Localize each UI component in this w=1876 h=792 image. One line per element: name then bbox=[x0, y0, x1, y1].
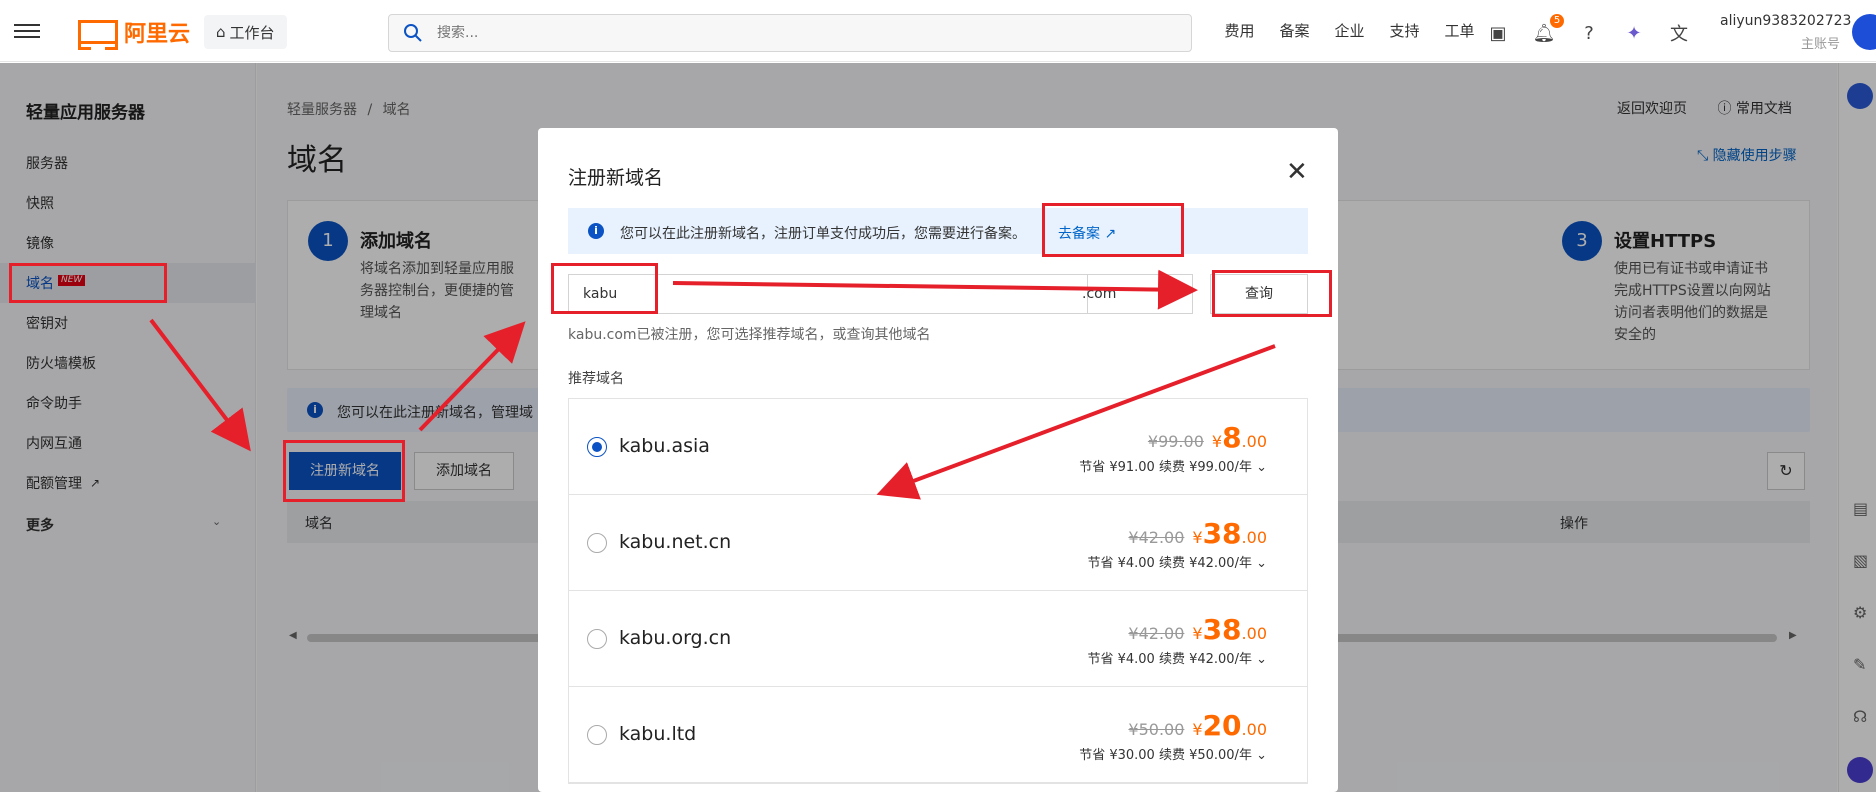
domain-name: kabu.net.cn bbox=[619, 531, 732, 553]
recommended-domain-row[interactable]: kabu.ltd ¥50.00 ¥20.00 节省 ¥30.00 续费 ¥50.0… bbox=[569, 687, 1307, 783]
global-search[interactable] bbox=[388, 14, 1192, 52]
current-price: ¥8.00 bbox=[1211, 421, 1267, 454]
annotation-box bbox=[1212, 270, 1332, 317]
savings-text: 节省 ¥4.00 续费 ¥42.00/年 bbox=[1087, 652, 1252, 667]
tld-value: .com bbox=[1082, 286, 1117, 302]
dialog-info-text: 您可以在此注册新域名，注册订单支付成功后，您需要进行备案。 bbox=[620, 226, 1026, 242]
nav-ticket[interactable]: 工单 bbox=[1432, 20, 1487, 41]
menu-icon[interactable] bbox=[14, 20, 40, 42]
tld-select[interactable]: .com ⌄ bbox=[1068, 274, 1193, 314]
radio-unselected[interactable] bbox=[587, 629, 607, 649]
chevron-down-icon[interactable]: ⌄ bbox=[1256, 556, 1267, 571]
radio-unselected[interactable] bbox=[587, 533, 607, 553]
current-price: ¥38.00 bbox=[1192, 517, 1267, 550]
savings-text: 节省 ¥91.00 续费 ¥99.00/年 bbox=[1079, 460, 1252, 475]
nav-enterprise[interactable]: 企业 bbox=[1322, 20, 1377, 41]
recommended-domain-row[interactable]: kabu.net.cn ¥42.00 ¥38.00 节省 ¥4.00 续费 ¥42… bbox=[569, 495, 1307, 591]
radio-unselected[interactable] bbox=[587, 725, 607, 745]
original-price: ¥42.00 bbox=[1128, 624, 1185, 643]
notification-badge: 5 bbox=[1550, 14, 1564, 28]
workbench-label: 工作台 bbox=[229, 23, 275, 42]
brand-name: 阿里云 bbox=[124, 22, 191, 47]
recommended-domain-row[interactable]: kabu.asia ¥99.00 ¥8.00 节省 ¥91.00 续费 ¥99.0… bbox=[569, 399, 1307, 495]
chevron-down-icon[interactable]: ⌄ bbox=[1256, 460, 1267, 475]
original-price: ¥42.00 bbox=[1128, 528, 1185, 547]
search-icon bbox=[404, 24, 422, 42]
register-domain-dialog: 注册新域名 ✕ i 您可以在此注册新域名，注册订单支付成功后，您需要进行备案。 … bbox=[538, 128, 1338, 792]
avatar[interactable] bbox=[1852, 14, 1876, 50]
ai-assistant-icon[interactable]: ✦ bbox=[1623, 22, 1645, 44]
domain-name: kabu.ltd bbox=[619, 723, 697, 745]
current-price: ¥38.00 bbox=[1192, 613, 1267, 646]
help-icon[interactable]: ? bbox=[1578, 22, 1600, 44]
username: aliyun9383202723 bbox=[1720, 13, 1852, 29]
domain-price: ¥99.00 ¥8.00 节省 ¥91.00 续费 ¥99.00/年 ⌄ bbox=[1079, 421, 1267, 475]
original-price: ¥99.00 bbox=[1147, 432, 1204, 451]
home-icon: ⌂ bbox=[216, 23, 226, 41]
workbench-button[interactable]: ⌂ 工作台 bbox=[204, 15, 287, 49]
dialog-title: 注册新域名 bbox=[568, 167, 664, 189]
chevron-down-icon[interactable]: ⌄ bbox=[1256, 652, 1267, 667]
nav-support[interactable]: 支持 bbox=[1377, 20, 1432, 41]
domain-price: ¥42.00 ¥38.00 节省 ¥4.00 续费 ¥42.00/年 ⌄ bbox=[1087, 613, 1267, 667]
language-icon[interactable]: 文 bbox=[1668, 22, 1690, 45]
annotation-box bbox=[1042, 203, 1184, 257]
savings-text: 节省 ¥4.00 续费 ¥42.00/年 bbox=[1087, 556, 1252, 571]
nav-billing[interactable]: 费用 bbox=[1212, 20, 1267, 41]
savings-text: 节省 ¥30.00 续费 ¥50.00/年 bbox=[1079, 748, 1252, 763]
recommended-label: 推荐域名 bbox=[568, 371, 624, 387]
domain-name: kabu.org.cn bbox=[619, 627, 732, 649]
domain-price: ¥50.00 ¥20.00 节省 ¥30.00 续费 ¥50.00/年 ⌄ bbox=[1079, 709, 1267, 763]
brand-logo[interactable]: 阿里云 bbox=[78, 18, 191, 50]
current-price: ¥20.00 bbox=[1192, 709, 1267, 742]
chevron-down-icon[interactable]: ⌄ bbox=[1256, 748, 1267, 763]
annotation-box bbox=[283, 440, 405, 502]
query-status-text: kabu.com已被注册，您可选择推荐域名，或查询其他域名 bbox=[568, 327, 931, 343]
nav-icp[interactable]: 备案 bbox=[1267, 20, 1322, 41]
close-icon[interactable]: ✕ bbox=[1286, 159, 1308, 185]
annotation-box bbox=[9, 263, 167, 303]
top-header: 阿里云 ⌂ 工作台 费用 备案 企业 支持 工单 ▣ 🔔︎ 5 ? ✦ 文 al… bbox=[0, 0, 1876, 62]
user-role: 主账号 bbox=[1800, 37, 1840, 52]
domain-name: kabu.asia bbox=[619, 435, 710, 457]
recommended-domain-row[interactable]: kabu.org.cn ¥42.00 ¥38.00 节省 ¥4.00 续费 ¥42… bbox=[569, 591, 1307, 687]
chevron-down-icon: ⌄ bbox=[1169, 287, 1180, 301]
top-nav: 费用 备案 企业 支持 工单 bbox=[1212, 20, 1487, 41]
annotation-box bbox=[551, 263, 658, 314]
recommended-domain-list: kabu.asia ¥99.00 ¥8.00 节省 ¥91.00 续费 ¥99.0… bbox=[568, 398, 1308, 784]
search-input[interactable] bbox=[437, 25, 1037, 41]
user-info[interactable]: aliyun9383202723 主账号 bbox=[1720, 13, 1852, 52]
radio-selected[interactable] bbox=[587, 437, 607, 457]
aliyun-logo-icon bbox=[78, 20, 118, 50]
domain-price: ¥42.00 ¥38.00 节省 ¥4.00 续费 ¥42.00/年 ⌄ bbox=[1087, 517, 1267, 571]
info-icon: i bbox=[588, 223, 604, 239]
terminal-icon[interactable]: ▣ bbox=[1487, 22, 1509, 44]
dialog-info-banner: i 您可以在此注册新域名，注册订单支付成功后，您需要进行备案。 去备案 ↗ bbox=[568, 208, 1308, 254]
original-price: ¥50.00 bbox=[1128, 720, 1185, 739]
